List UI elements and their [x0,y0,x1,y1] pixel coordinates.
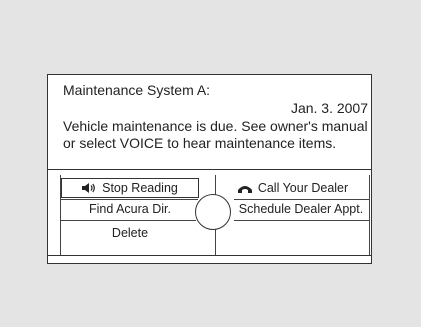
grid-line-row2-left [60,220,196,222]
divider-top [48,169,371,170]
call-dealer-button[interactable]: Call Your Dealer [218,178,368,198]
stop-reading-label: Stop Reading [102,181,178,195]
schedule-dealer-appt-button[interactable]: Schedule Dealer Appt. [232,199,370,219]
find-acura-dir-button[interactable]: Find Acura Dir. [61,199,199,219]
delete-button[interactable]: Delete [61,223,199,243]
screen-date: Jan. 3. 2007 [290,100,368,116]
navigation-screen: Maintenance System A: Jan. 3. 2007 Vehic… [47,74,372,264]
stop-reading-button[interactable]: Stop Reading [61,178,199,198]
grid-line-row2-right [234,220,370,222]
schedule-dealer-appt-label: Schedule Dealer Appt. [238,202,364,216]
phone-icon [237,184,252,193]
interface-dial-icon[interactable] [195,194,231,230]
delete-label: Delete [111,226,149,240]
divider-bottom [48,255,371,256]
screen-title: Maintenance System A: [63,82,211,98]
find-acura-dir-label: Find Acura Dir. [89,202,171,216]
maintenance-message: Vehicle maintenance is due. See owner's … [63,118,368,151]
call-dealer-label: Call Your Dealer [257,181,349,195]
speaker-icon [82,183,96,193]
